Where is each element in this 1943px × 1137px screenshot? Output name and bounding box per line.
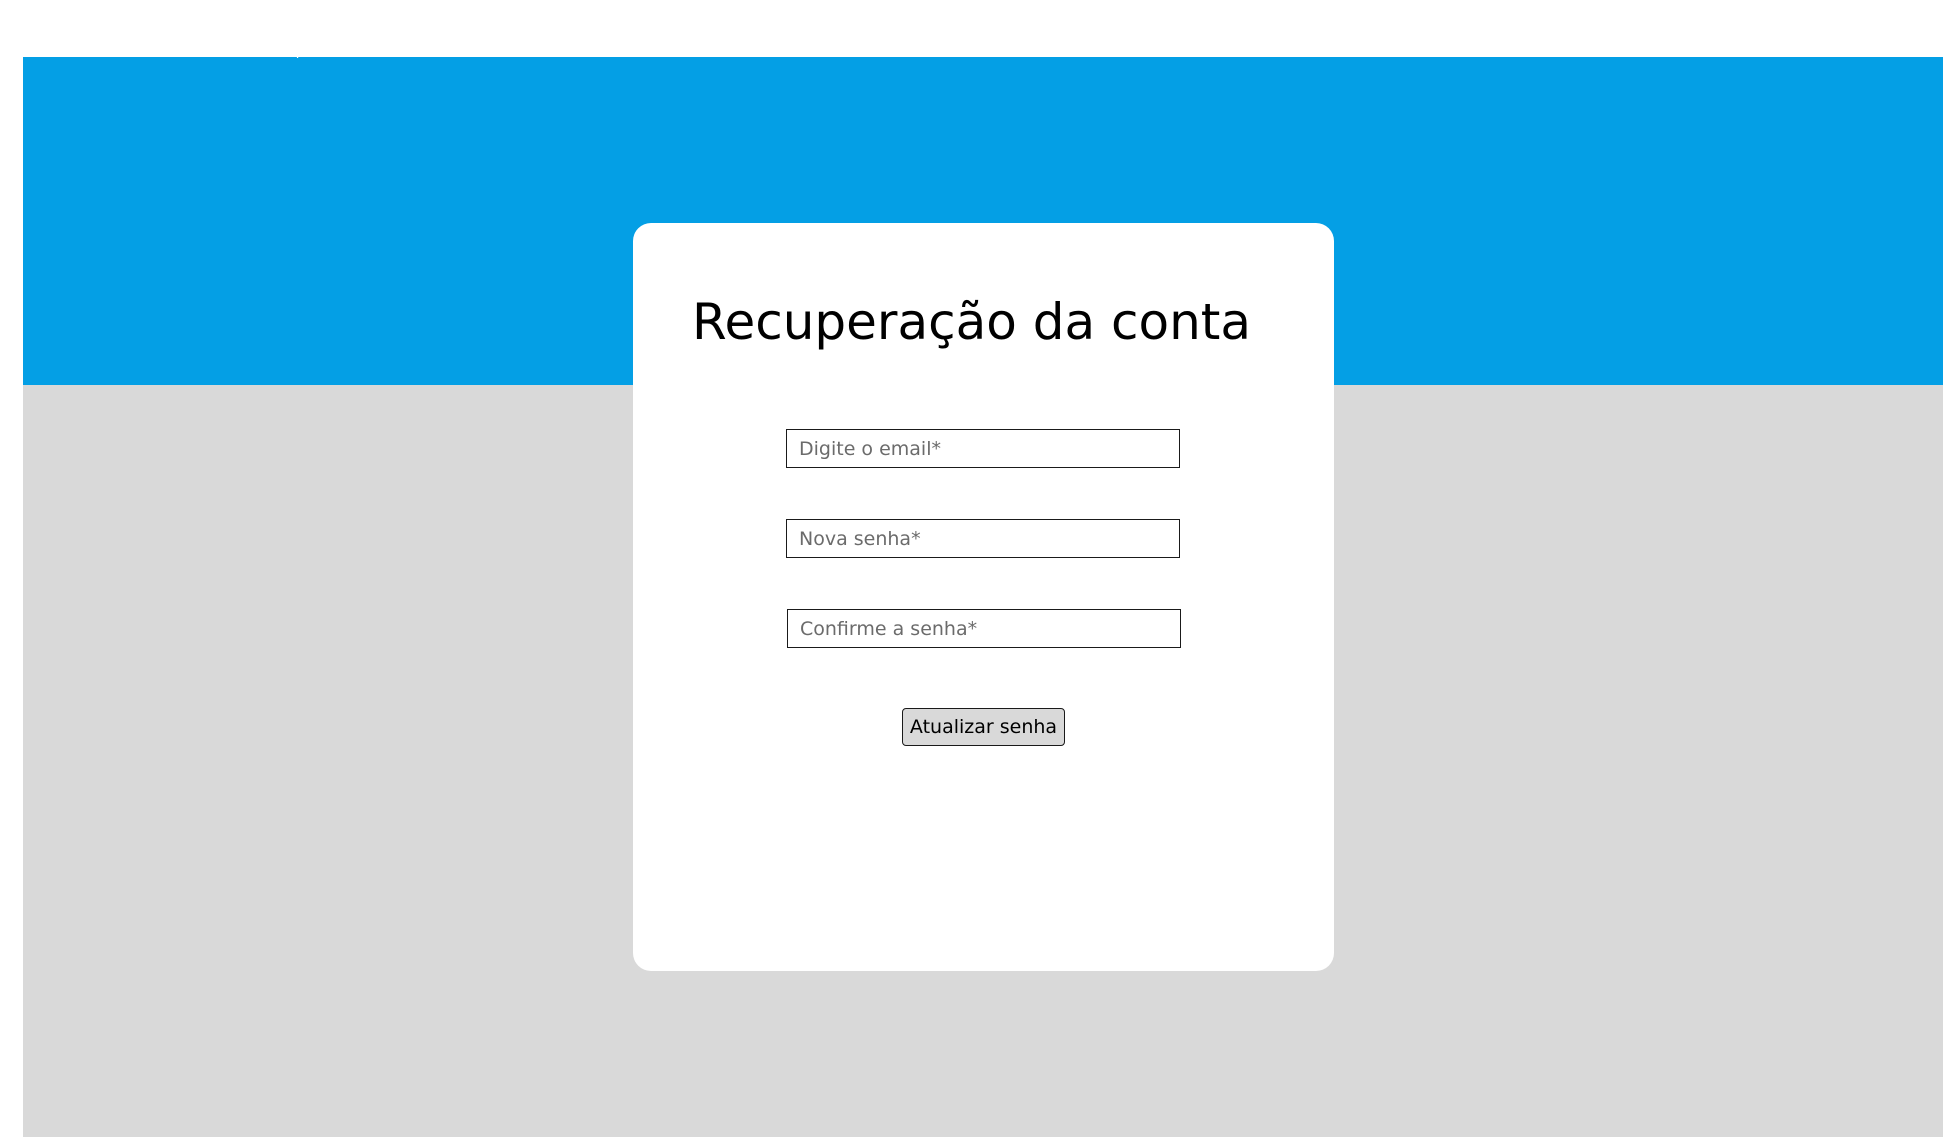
header-logo-fragment: ȷ bbox=[296, 50, 300, 58]
new-password-input[interactable] bbox=[786, 519, 1180, 558]
update-password-button[interactable]: Atualizar senha bbox=[902, 708, 1065, 746]
recovery-card bbox=[633, 223, 1334, 971]
email-input[interactable] bbox=[786, 429, 1180, 468]
page: ȷ Recuperação da conta Atualizar senha bbox=[0, 0, 1943, 1137]
confirm-password-input[interactable] bbox=[787, 609, 1181, 648]
